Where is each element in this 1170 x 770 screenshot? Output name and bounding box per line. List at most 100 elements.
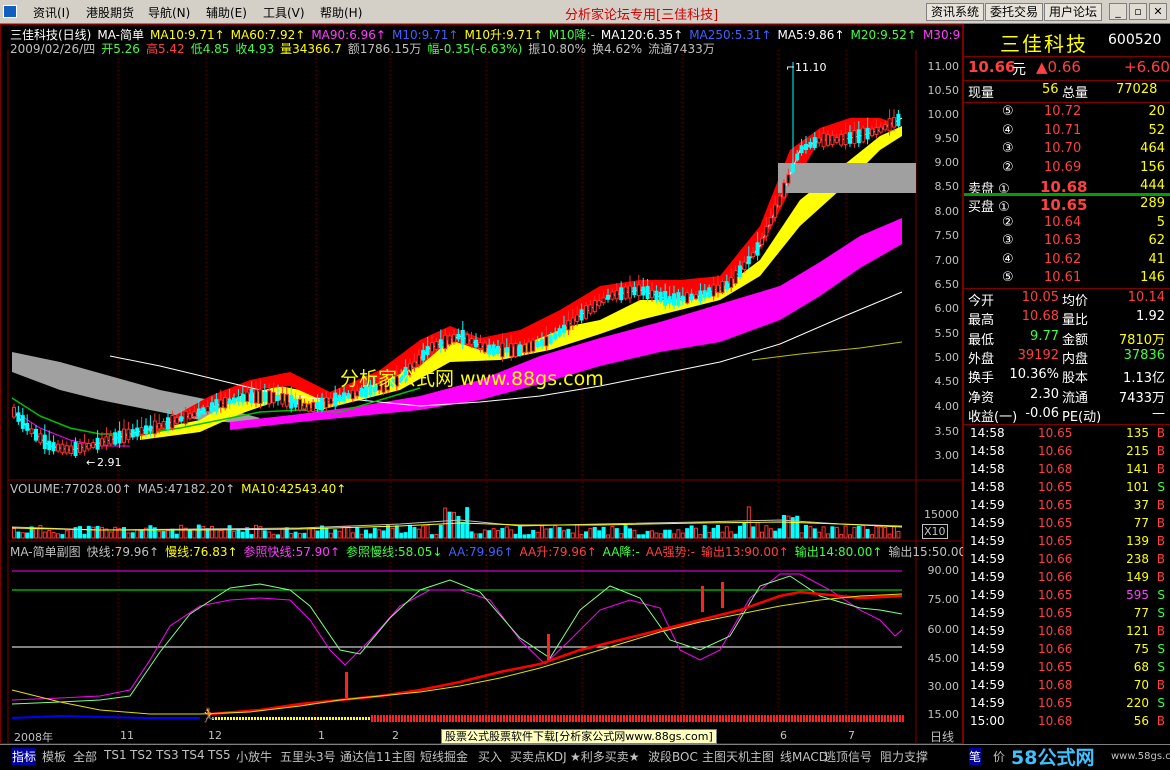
signal-bar <box>488 715 490 722</box>
candle <box>663 291 668 306</box>
candle <box>271 391 276 404</box>
candle <box>298 398 302 411</box>
indicator-tab[interactable]: 模板 <box>42 748 66 765</box>
signal-bar <box>446 715 448 722</box>
price-tick: 7.00 <box>934 254 960 267</box>
indicator-tab[interactable]: TS3 <box>156 748 179 762</box>
volume-bar <box>500 528 505 539</box>
volume-bar <box>20 532 25 539</box>
header-item: MA-简单副图 <box>10 545 81 559</box>
signal-bar <box>236 717 238 720</box>
volume-bar <box>478 533 483 539</box>
candle <box>764 225 769 237</box>
indicator-tab[interactable]: 阻力支撑 <box>880 748 928 765</box>
candle <box>874 127 879 135</box>
candle <box>95 437 100 450</box>
indicator-tab[interactable]: 买入 <box>478 748 502 765</box>
candle <box>258 389 263 405</box>
volume-bar <box>368 533 373 539</box>
signal-bar <box>470 715 472 722</box>
indicator-tab[interactable]: 指标 <box>12 748 37 765</box>
candle <box>584 305 588 319</box>
volume-bar <box>86 525 91 539</box>
candle <box>834 137 839 143</box>
indicator-tab[interactable]: TS5 <box>208 748 231 762</box>
candle <box>25 422 30 431</box>
indicator-tab[interactable]: TS1 <box>104 748 127 762</box>
signal-bar <box>782 715 784 722</box>
indicator-tab[interactable]: ★利多买卖★ <box>570 748 640 765</box>
indicator-tab[interactable]: 线MACD <box>780 748 828 765</box>
indicator-tab[interactable]: 逃顶信号 <box>824 748 872 765</box>
signal-bar <box>554 715 556 722</box>
indicator-tab[interactable]: TS4 <box>182 748 205 762</box>
volume-bar <box>733 533 738 539</box>
indicator-tab[interactable]: 主图天机主图 <box>702 748 774 765</box>
volume-bar <box>518 524 522 539</box>
signal-bar <box>359 717 361 720</box>
indicator-tab[interactable]: TS2 <box>130 748 153 762</box>
signal-bar <box>530 715 532 722</box>
volume-bar <box>372 527 377 539</box>
close-icon[interactable]: ✕ <box>1149 3 1167 20</box>
volume-bar <box>267 531 272 539</box>
signal-bar <box>392 715 394 722</box>
signal-bar <box>323 717 325 720</box>
signal-bar <box>281 717 283 720</box>
signal-bar <box>773 715 775 722</box>
restore-icon[interactable]: ▫ <box>1129 3 1147 20</box>
volume-bar <box>843 525 848 539</box>
volume-bar <box>777 528 782 539</box>
candle <box>716 284 720 293</box>
candle <box>152 420 157 435</box>
indicator-tab[interactable]: 波段BOC <box>648 748 698 765</box>
volume-bar <box>214 528 219 539</box>
volume-bar <box>751 526 756 539</box>
candle <box>650 289 654 299</box>
indicator-tab[interactable]: 五里头3号 <box>280 748 336 765</box>
order-book-row: ④ 10.71 52 <box>1002 122 1165 138</box>
minimize-icon[interactable]: _ <box>1109 3 1127 20</box>
volume-bar <box>856 525 861 539</box>
candle <box>698 290 703 302</box>
signal-bar <box>884 715 886 722</box>
trade-button[interactable]: 委托交易 <box>985 3 1044 21</box>
volume-bar <box>579 533 584 539</box>
volume-bar <box>887 533 892 539</box>
volume-bar <box>795 515 800 539</box>
header-item: MA10:42543.40↑ <box>241 482 347 496</box>
forum-button[interactable]: 用户论坛 <box>1044 3 1103 21</box>
signal-bar <box>641 715 643 722</box>
candle <box>865 128 870 140</box>
tab-trades[interactable]: 笔 <box>969 748 982 765</box>
candle <box>346 393 351 399</box>
candle <box>540 338 544 347</box>
indicator-tab[interactable]: 全部 <box>73 748 97 765</box>
candle <box>430 342 434 353</box>
signal-bar <box>341 717 343 720</box>
signal-bar <box>611 715 613 722</box>
candle <box>553 332 558 340</box>
signal-bar <box>665 715 667 722</box>
volume-bar <box>632 529 637 539</box>
signal-spike <box>345 672 348 698</box>
candle <box>333 392 338 407</box>
indicator-tab[interactable]: 短线掘金 <box>420 748 468 765</box>
signal-bar <box>503 715 505 722</box>
download-banner[interactable]: 股票公式股票软件下载[分析家公式网www.88gs.com] <box>441 729 717 744</box>
signal-bar <box>428 715 430 722</box>
candle <box>685 291 690 304</box>
candle <box>562 324 566 333</box>
period-label[interactable]: 日线 <box>930 728 954 745</box>
gray-box <box>778 163 916 193</box>
signal-bar <box>731 715 733 722</box>
candle <box>29 428 34 435</box>
candle <box>518 344 522 356</box>
indicator-tab[interactable]: 通达信11主图 <box>340 748 415 765</box>
tab-price[interactable]: 价 <box>993 748 1005 765</box>
signal-bar <box>383 715 385 722</box>
indicator-tab[interactable]: 买卖点KDJ <box>510 748 567 765</box>
indicator-tab[interactable]: 小放牛 <box>236 748 272 765</box>
volume-bar <box>249 534 254 539</box>
signal-bar <box>653 715 655 722</box>
